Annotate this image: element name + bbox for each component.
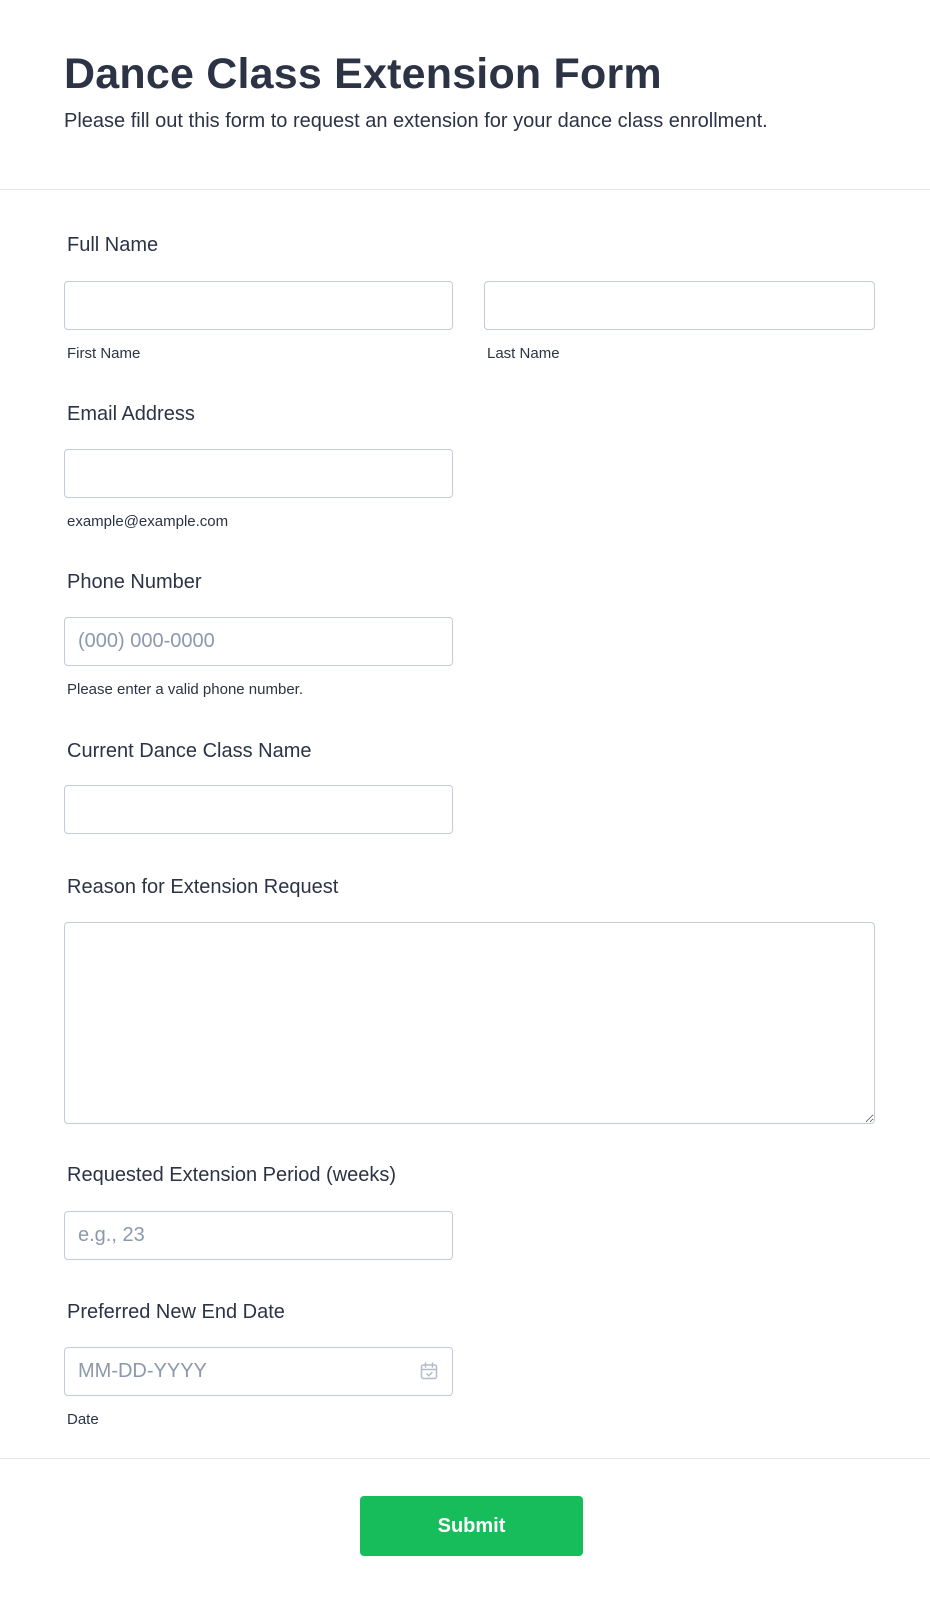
- phone-label: Phone Number: [67, 571, 202, 593]
- period-label: Requested Extension Period (weeks): [67, 1164, 397, 1186]
- email-input[interactable]: [64, 449, 453, 498]
- reason-label: Reason for Extension Request: [67, 876, 339, 898]
- form-title: Dance Class Extension Form: [64, 50, 662, 98]
- class-name-label: Current Dance Class Name: [67, 740, 312, 762]
- end-date-field: [64, 1347, 453, 1396]
- period-input[interactable]: [64, 1211, 453, 1260]
- calendar-icon[interactable]: [419, 1361, 439, 1381]
- first-name-sublabel: First Name: [67, 345, 141, 362]
- last-name-sublabel: Last Name: [487, 345, 560, 362]
- reason-textarea[interactable]: [64, 922, 875, 1124]
- submit-button[interactable]: Submit: [360, 1496, 583, 1556]
- end-date-input[interactable]: [64, 1347, 453, 1396]
- phone-input[interactable]: [64, 617, 453, 666]
- full-name-label: Full Name: [67, 234, 159, 256]
- email-sublabel: example@example.com: [67, 513, 229, 530]
- first-name-input[interactable]: [64, 281, 453, 330]
- form-description: Please fill out this form to request an …: [64, 110, 768, 132]
- class-name-input[interactable]: [64, 785, 453, 834]
- footer-divider: [0, 1458, 930, 1459]
- form-header: Dance Class Extension Form Please fill o…: [0, 0, 930, 190]
- end-date-label: Preferred New End Date: [67, 1301, 285, 1323]
- end-date-sublabel: Date: [67, 1411, 99, 1428]
- phone-sublabel: Please enter a valid phone number.: [67, 681, 303, 698]
- last-name-input[interactable]: [484, 281, 875, 330]
- email-label: Email Address: [67, 403, 195, 425]
